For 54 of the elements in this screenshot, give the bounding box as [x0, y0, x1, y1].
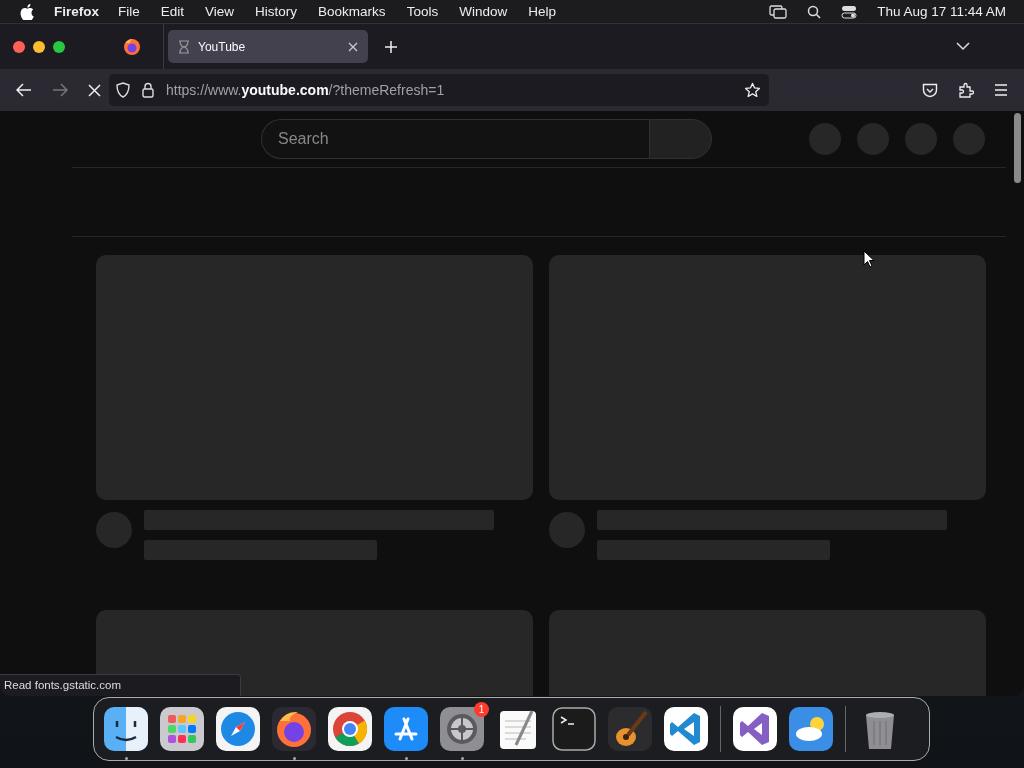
icon-placeholder [809, 123, 841, 155]
search-icon[interactable] [807, 4, 822, 19]
menu-item[interactable]: File [118, 4, 140, 19]
close-window-button[interactable] [13, 40, 25, 53]
menu-item[interactable]: Tools [406, 4, 439, 19]
browser-icon[interactable] [328, 707, 372, 751]
shield-icon[interactable] [116, 82, 130, 98]
icon-placeholder [905, 123, 937, 155]
menu-icon[interactable] [994, 84, 1008, 96]
browser-tab[interactable]: YouTube [168, 30, 368, 63]
gear-icon[interactable] [440, 707, 484, 751]
forward-arrow-icon[interactable] [52, 83, 68, 97]
menu-item[interactable]: Window [459, 4, 508, 19]
status-text: Read fonts.gstatic.com [0, 674, 241, 696]
cloud-icon[interactable] [789, 707, 833, 751]
code-icon[interactable] [664, 707, 708, 751]
menu-item[interactable]: History [255, 4, 298, 19]
icon-placeholder [857, 123, 889, 155]
ide-icon[interactable] [733, 707, 777, 751]
avatar-placeholder [549, 512, 585, 548]
store-icon[interactable] [384, 707, 428, 751]
notification-badge: 1 [474, 702, 489, 717]
fox-icon[interactable] [272, 707, 316, 751]
apple-icon[interactable] [20, 3, 34, 20]
toggle-icon[interactable] [841, 4, 858, 19]
back-arrow-icon[interactable] [16, 83, 32, 97]
puzzle-icon[interactable] [958, 82, 974, 98]
pocket-icon[interactable] [922, 82, 938, 98]
scrollbar-thumb[interactable] [1013, 113, 1021, 183]
menu-item[interactable]: Edit [160, 4, 185, 19]
windows-icon[interactable] [769, 4, 788, 19]
grid-icon[interactable] [160, 707, 204, 751]
plus-icon[interactable] [384, 39, 398, 54]
search-field[interactable]: Search [261, 119, 649, 159]
menu-item[interactable]: Help [528, 4, 556, 19]
guitar-icon[interactable] [608, 707, 652, 751]
menu-item[interactable]: Firefox [54, 4, 99, 19]
menu-item[interactable]: Bookmarks [318, 4, 386, 19]
terminal-icon[interactable] [552, 707, 596, 751]
chevron-down-icon[interactable] [956, 42, 970, 51]
compass-icon[interactable] [216, 707, 260, 751]
face-icon[interactable] [104, 707, 148, 751]
lock-icon[interactable] [142, 82, 154, 98]
close-icon[interactable] [348, 41, 358, 52]
fox-icon[interactable] [123, 37, 141, 56]
address-bar[interactable]: https://www.youtube.com/?themeRefresh=1 [109, 74, 769, 106]
star-icon[interactable] [744, 81, 761, 99]
zoom-window-button[interactable] [53, 40, 65, 53]
menu-bar-clock: Thu Aug 17 11:44 AM [877, 4, 1006, 19]
avatar-placeholder [96, 512, 132, 548]
menu-item[interactable]: View [205, 4, 235, 19]
cursor-icon [863, 250, 875, 268]
icon-placeholder [953, 123, 985, 155]
minimize-window-button[interactable] [33, 40, 45, 53]
